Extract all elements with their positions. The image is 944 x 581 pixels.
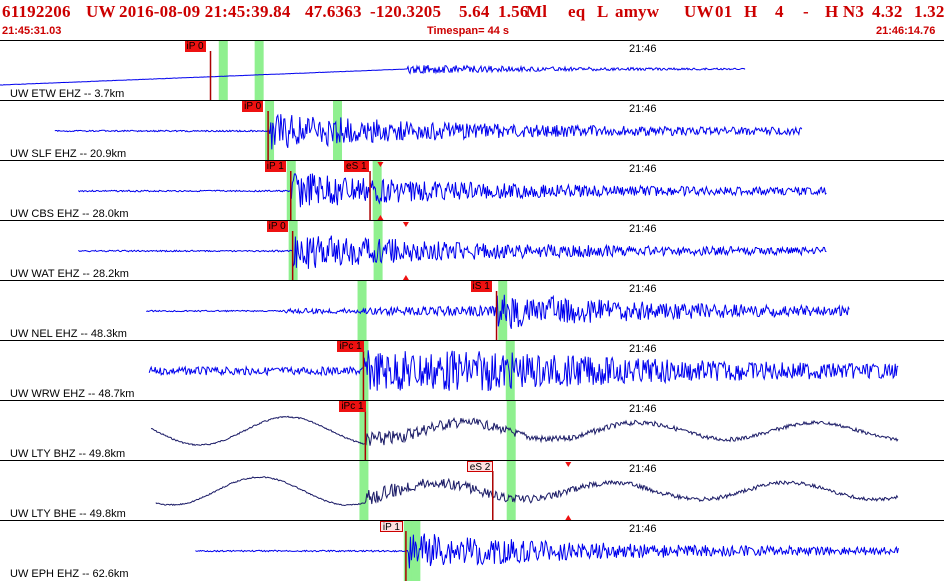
trace-panel[interactable]: iP 0 21:46 UW SLF EHZ -- 20.9km (0, 100, 944, 161)
magnitude: 1.56 (498, 2, 529, 21)
longitude: -120.3205 (370, 2, 442, 21)
trace-panels[interactable]: iP 0 21:46 UW ETW EHZ -- 3.7km iP 0 21:46 UW … (0, 40, 944, 581)
phase-band (359, 461, 369, 521)
channel-label: UW WAT EHZ -- 28.2km (10, 268, 129, 280)
waveform-plot (78, 161, 827, 221)
waveform-trace (146, 294, 850, 329)
waveform-trace (195, 533, 899, 569)
time-mark: 21:46 (629, 343, 657, 355)
value-1: 4.32 (872, 2, 903, 21)
author: amyw (615, 2, 660, 21)
phase-pick-label[interactable]: iP 0 (266, 221, 288, 232)
time-mark: 21:46 (629, 103, 657, 115)
waveform-plot (0, 41, 746, 101)
count: 4 (775, 2, 784, 21)
phase-band (254, 41, 264, 101)
end-time: 21:46:14.76 (876, 25, 936, 37)
time-mark: 21:46 (629, 523, 657, 535)
event-summary: 61192206 UW 2016-08-09 21:45:39.84 47.63… (2, 2, 944, 24)
value-2: 1.32 (914, 2, 944, 21)
trace-panel[interactable]: eS 2 21:46 UW LTY BHE -- 49.8km (0, 460, 944, 521)
channel-label: UW WRW EHZ -- 48.7km (10, 388, 135, 400)
waveform-trace (54, 113, 803, 150)
version: 01 (715, 2, 733, 21)
trace-panel[interactable]: iP 1 eS 1 21:46 UW CBS EHZ -- 28.0km (0, 160, 944, 221)
time-mark: 21:46 (629, 403, 657, 415)
waveform-trace (155, 476, 899, 507)
phase-pick-label[interactable]: iPc 1 (337, 341, 364, 352)
origin-datetime: 2016-08-09 21:45:39.84 (119, 2, 291, 21)
channel-label: UW NEL EHZ -- 48.3km (10, 328, 127, 340)
time-mark: 21:46 (629, 43, 657, 55)
network-code: UW (86, 2, 116, 21)
waveform-plot (150, 401, 899, 461)
event-id: 61192206 (2, 2, 71, 21)
phase-pick-label[interactable]: iP 0 (242, 101, 264, 112)
waveform-plot (148, 341, 899, 401)
start-time: 21:45:31.03 (2, 25, 62, 37)
trace-panel[interactable]: iPc 1 21:46 UW WRW EHZ -- 48.7km (0, 340, 944, 401)
channel-label: UW LTY BHZ -- 49.8km (10, 448, 126, 460)
trace-panel[interactable]: iP 1 21:46 UW EPH EHZ -- 62.6km (0, 520, 944, 581)
latitude: 47.6363 (305, 2, 362, 21)
phase-pick-label[interactable]: iP 1 (379, 521, 403, 533)
subnet-code: UW (684, 2, 714, 21)
phase-band (372, 161, 382, 221)
channel-label: UW CBS EHZ -- 28.0km (10, 208, 129, 220)
waveform-trace (78, 173, 827, 208)
phase-pick-label[interactable]: iPc 1 (339, 401, 366, 412)
trace-panel[interactable]: iPc 1 21:46 UW LTY BHZ -- 49.8km (0, 400, 944, 461)
waveform-trace (148, 350, 899, 392)
waveform-trace (0, 64, 746, 86)
dash: - (803, 2, 809, 21)
time-mark: 21:46 (629, 463, 657, 475)
time-mark: 21:46 (629, 223, 657, 235)
location-flag: L (597, 2, 609, 21)
channel-label: UW ETW EHZ -- 3.7km (10, 88, 125, 100)
phase-pick-label[interactable]: eS 2 (466, 461, 494, 473)
trace-panel[interactable]: iP 0 21:46 UW ETW EHZ -- 3.7km (0, 40, 944, 101)
waveform-trace (78, 235, 827, 269)
channel-label: UW EPH EHZ -- 62.6km (10, 568, 129, 580)
h-flag: H (744, 2, 758, 21)
waveform-trace (150, 415, 899, 447)
time-mark: 21:46 (629, 163, 657, 175)
waveform-plot (195, 521, 899, 581)
channel-label: UW SLF EHZ -- 20.9km (10, 148, 127, 160)
waveform-plot (78, 221, 827, 281)
marker-triangle (565, 462, 572, 467)
phase-pick-label[interactable]: iP 1 (264, 161, 286, 172)
header: 61192206 UW 2016-08-09 21:45:39.84 47.63… (0, 0, 944, 40)
hn-flag: H N3 (825, 2, 865, 21)
magnitude-type: Ml (526, 2, 548, 21)
depth: 5.64 (459, 2, 490, 21)
phase-band (506, 461, 516, 521)
trace-panel[interactable]: iP 0 21:46 UW WAT EHZ -- 28.2km (0, 220, 944, 281)
event-type: eq (568, 2, 586, 21)
marker-triangle (402, 222, 409, 227)
phase-pick-label[interactable]: iP 0 (184, 41, 206, 52)
phase-pick-label[interactable]: iS 1 (470, 281, 492, 292)
phase-band (218, 41, 228, 101)
phase-pick-label[interactable]: eS 1 (344, 161, 369, 172)
channel-label: UW LTY BHE -- 49.8km (10, 508, 126, 520)
time-mark: 21:46 (629, 283, 657, 295)
trace-panel[interactable]: iS 1 21:46 UW NEL EHZ -- 48.3km (0, 280, 944, 341)
waveform-plot (54, 101, 803, 161)
timespan: Timespan= 44 s (427, 25, 510, 37)
